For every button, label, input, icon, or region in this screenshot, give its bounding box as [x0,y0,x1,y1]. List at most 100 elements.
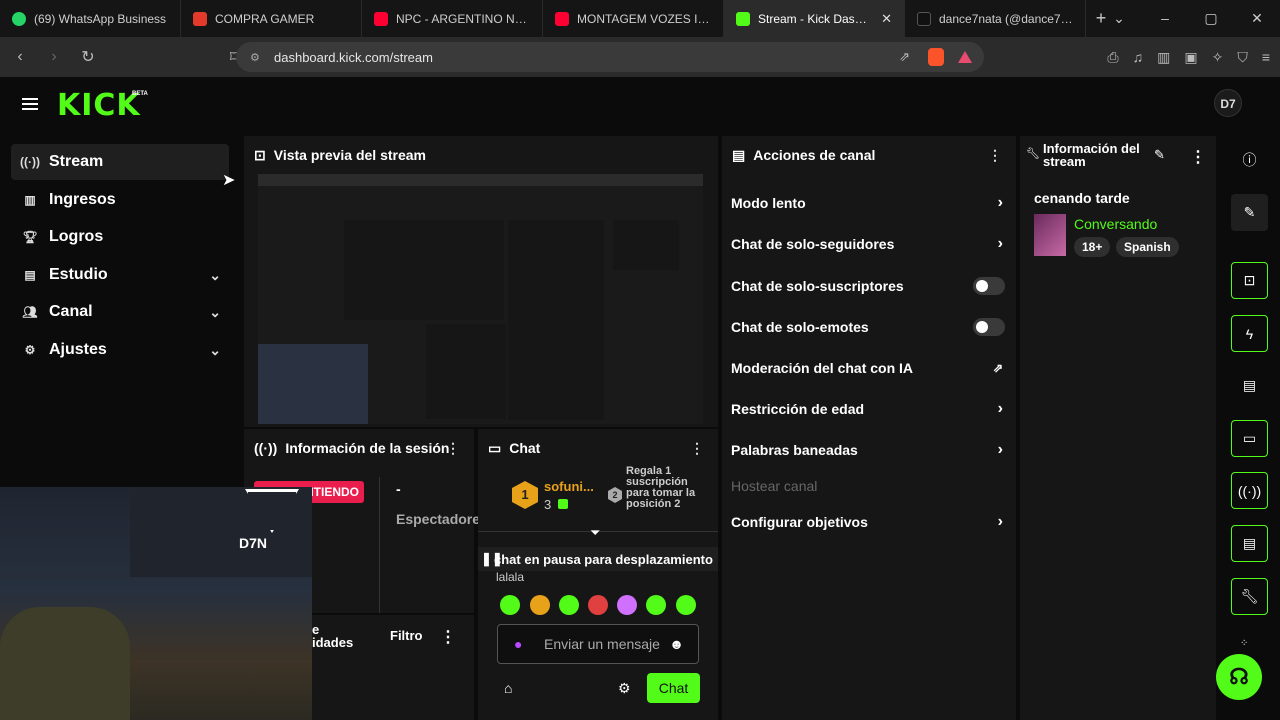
gear-icon[interactable]: ⚙ [618,680,631,697]
edit-pencil-icon[interactable]: ✎ [1154,147,1165,163]
more-options-icon[interactable]: ⋮ [446,440,460,457]
preview-icon[interactable]: ⊡ [1231,262,1268,299]
emote-icon[interactable] [676,595,696,615]
screenshot-icon[interactable]: ⎙ [1107,49,1118,66]
category-link[interactable]: Conversando [1074,216,1157,232]
action-subscribers-only[interactable]: Chat de solo-suscriptores [731,269,1009,303]
chat-bubble-icon[interactable]: ▭ [1231,420,1268,457]
info-icon[interactable]: ⓘ [1231,141,1268,178]
more-options-icon[interactable]: ⋮ [988,147,1002,164]
category-thumbnail[interactable] [1034,214,1066,256]
kick-header [0,77,1280,133]
tab-youtube-npc[interactable]: NPC - ARGENTINO NATUR [362,0,543,37]
action-ai-moderation[interactable]: Moderación del chat con IA ⇗ [731,351,1009,385]
sidebar-item-label: Estudio [49,266,108,283]
browser-tab-strip: (69) WhatsApp Business COMPRA GAMER NPC … [0,0,1280,37]
more-options-icon[interactable]: ⋮ [440,627,456,647]
action-followers-only[interactable]: Chat de solo-seguidores › [731,227,1009,261]
collapse-leaderboard-icon[interactable]: ⏷ [590,525,600,541]
lightning-icon[interactable]: ϟ [1231,315,1268,352]
chat-paused-banner[interactable]: ❚❚ chat en pausa para desplazamiento [478,547,718,571]
emote-icon[interactable] [617,595,637,615]
chat-message-input[interactable]: ● Enviar un mensaje ☻ [497,624,699,664]
tab-kick-dashboard[interactable]: Stream - Kick Dashboa ✕ [724,0,905,37]
emote-icon[interactable] [500,595,520,615]
action-banned-words[interactable]: Palabras baneadas › [731,433,1009,467]
emoji-icon[interactable]: ☻ [669,636,684,652]
action-label: Chat de solo-suscriptores [731,278,904,294]
close-tab-icon[interactable]: ✕ [881,11,892,27]
wallet-icon[interactable]: ▣ [1184,49,1197,66]
sidebar-item-stream[interactable]: ((·)) Stream [11,144,229,180]
close-window-icon[interactable]: ✕ [1234,0,1280,37]
sidebar-item-ingresos[interactable]: ▥ Ingresos [11,182,229,218]
edit-pencil-icon[interactable]: ✎ [1231,194,1268,231]
tab-compra-gamer[interactable]: COMPRA GAMER [181,0,362,37]
emotes-only-toggle[interactable] [973,318,1005,336]
hamburger-menu-icon[interactable] [22,98,38,110]
vpn-icon[interactable]: ⛉ [1237,49,1248,66]
filter-button[interactable]: Filtro [390,628,423,643]
wrench-icon[interactable]: 🔧︎ [1231,578,1268,615]
brave-shield-icon[interactable] [928,48,944,66]
divider [379,477,380,613]
avatar[interactable]: D7 [1214,89,1242,117]
action-label: Restricción de edad [731,401,865,417]
youtube-icon [374,11,388,26]
wrench-icon: 🔧︎ [1026,148,1040,160]
menu-icon[interactable]: ≡ [1262,49,1270,65]
site-info-icon[interactable]: ⚙ [250,51,264,64]
sidebar-item-canal[interactable]: 👥︎ Canal ⌄ [11,294,229,330]
store-icon[interactable]: ⌂ [504,680,512,696]
reload-icon[interactable]: ↻ [74,47,102,67]
chevron-down-icon[interactable]: ⌄ [1096,0,1142,37]
subscribers-only-toggle[interactable] [973,277,1005,295]
leo-icon[interactable]: ✧ [1212,49,1224,66]
stream-preview-video[interactable] [258,174,703,424]
chevron-right-icon: › [997,400,1003,417]
more-options-icon[interactable]: ⋮ [1190,147,1206,167]
maximize-icon[interactable]: ▢ [1188,0,1234,37]
tab-tiktok[interactable]: dance7nata (@dance7nata [905,0,1086,37]
send-chat-button[interactable]: Chat [647,673,700,703]
leaderboard-username[interactable]: sofuni... [544,479,594,494]
emote-icon[interactable] [588,595,608,615]
emote-icon[interactable] [530,595,550,615]
sidebar-item-logros[interactable]: 🏆︎ Logros [11,219,229,255]
broadcast-icon[interactable]: ((·)) [1231,472,1268,509]
kick-logo[interactable]: KICK [57,88,141,123]
sidebar-item-label: Ingresos [49,191,116,208]
media-icon[interactable]: ♫ [1133,49,1144,65]
sidebar-item-label: Canal [49,303,93,320]
actions-icon[interactable]: ▤ [1231,525,1268,562]
url-field[interactable]: ⚙ dashboard.kick.com/stream ⇗ [236,42,984,72]
forward-icon[interactable]: › [40,48,68,66]
action-slow-mode[interactable]: Modo lento › [731,186,1009,220]
tab-title: dance7nata (@dance7nata [939,11,1073,26]
tab-whatsapp[interactable]: (69) WhatsApp Business [0,0,181,37]
action-set-goals[interactable]: Configurar objetivos › [731,505,1009,539]
share-icon[interactable]: ⇗ [899,49,910,65]
emote-icon[interactable] [646,595,666,615]
notes-icon[interactable]: ▤ [1231,367,1268,404]
back-icon[interactable]: ‹ [6,48,34,66]
more-options-icon[interactable]: ⋮ [690,440,704,457]
sidebar-item-estudio[interactable]: ▤ Estudio ⌄ [11,257,229,293]
help-support-button[interactable]: ☊ [1216,654,1262,700]
sidebar-item-label: Stream [49,153,104,170]
brave-rewards-icon[interactable] [958,51,972,63]
window-controls: ⌄ – ▢ ✕ [1096,0,1280,37]
action-label: Chat de solo-seguidores [731,236,895,252]
tab-title: Stream - Kick Dashboa [758,11,874,26]
tab-youtube-montagem[interactable]: MONTAGEM VOZES INDIC [543,0,724,37]
action-age-restriction[interactable]: Restricción de edad › [731,392,1009,426]
sidebar-item-ajustes[interactable]: ⚙ Ajustes ⌄ [11,332,229,368]
action-emotes-only[interactable]: Chat de solo-emotes [731,310,1009,344]
youtube-icon [555,11,569,26]
minimize-icon[interactable]: – [1142,0,1188,37]
chevron-down-icon: ⌄ [209,303,221,320]
microphone-icon[interactable]: ● [514,636,522,652]
chevron-right-icon: › [997,441,1003,458]
emote-icon[interactable] [559,595,579,615]
sidebar-icon[interactable]: ▥ [1157,49,1170,66]
